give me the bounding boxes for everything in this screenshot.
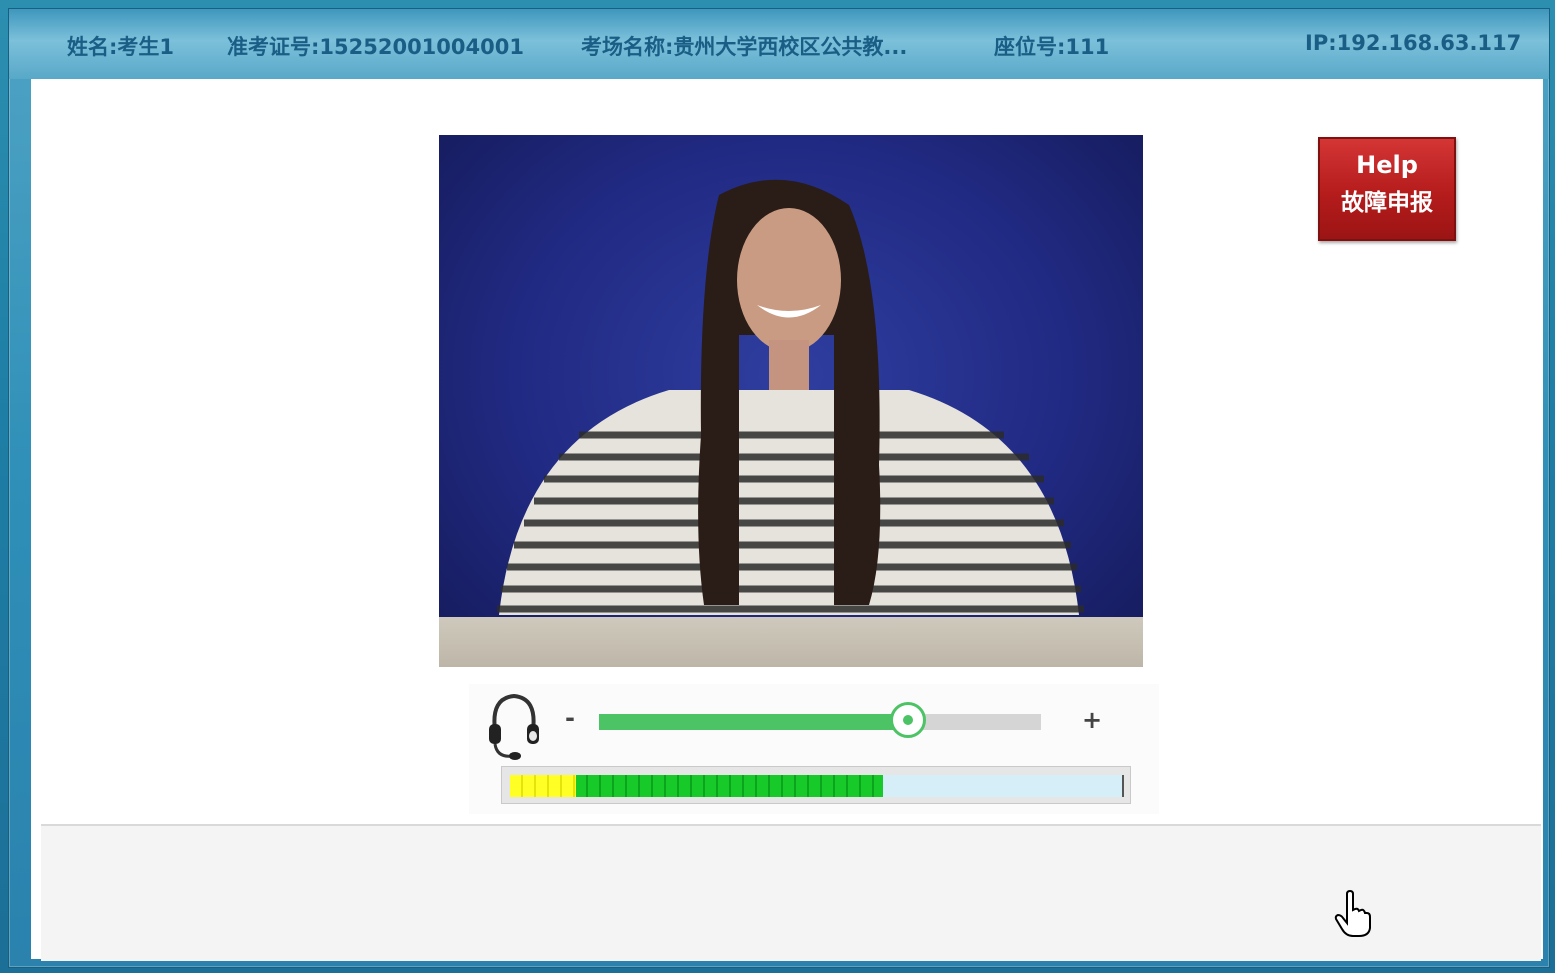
ip-address: IP:192.168.63.117	[1305, 31, 1522, 55]
volume-slider-thumb[interactable]	[890, 702, 926, 738]
venue-name: 考场名称:贵州大学西校区公共教...	[581, 35, 908, 59]
mic-level-track	[510, 775, 1124, 797]
video-frame	[497, 179, 1084, 615]
desk	[439, 617, 1143, 667]
bottom-panel	[41, 824, 1541, 961]
mic-level-meter	[501, 766, 1131, 804]
volume-increase-button[interactable]: +	[1082, 706, 1102, 734]
help-label: Help	[1356, 151, 1418, 179]
headset-icon	[489, 693, 539, 760]
help-report-button[interactable]: Help 故障申报	[1318, 137, 1456, 241]
video-player	[439, 135, 1143, 667]
volume-slider[interactable]	[599, 702, 1041, 738]
hand-cursor-icon	[1334, 890, 1371, 937]
exam-window: 姓名:考生1 准考证号:15252001004001 考场名称:贵州大学西校区公…	[8, 8, 1550, 968]
main-content: Help 故障申报 - +	[31, 79, 1543, 961]
candidate-name: 姓名:考生1	[67, 35, 175, 59]
ticket-number: 准考证号:15252001004001	[227, 35, 524, 59]
volume-slider-fill	[599, 714, 908, 730]
audio-control-panel: - +	[469, 684, 1159, 814]
candidate-info-bar: 姓名:考生1 准考证号:15252001004001 考场名称:贵州大学西校区公…	[9, 9, 1549, 79]
seat-number: 座位号:111	[994, 35, 1110, 59]
volume-decrease-button[interactable]: -	[565, 704, 575, 732]
mic-level-yellow-segment	[510, 775, 576, 797]
fault-report-label: 故障申报	[1341, 190, 1433, 216]
